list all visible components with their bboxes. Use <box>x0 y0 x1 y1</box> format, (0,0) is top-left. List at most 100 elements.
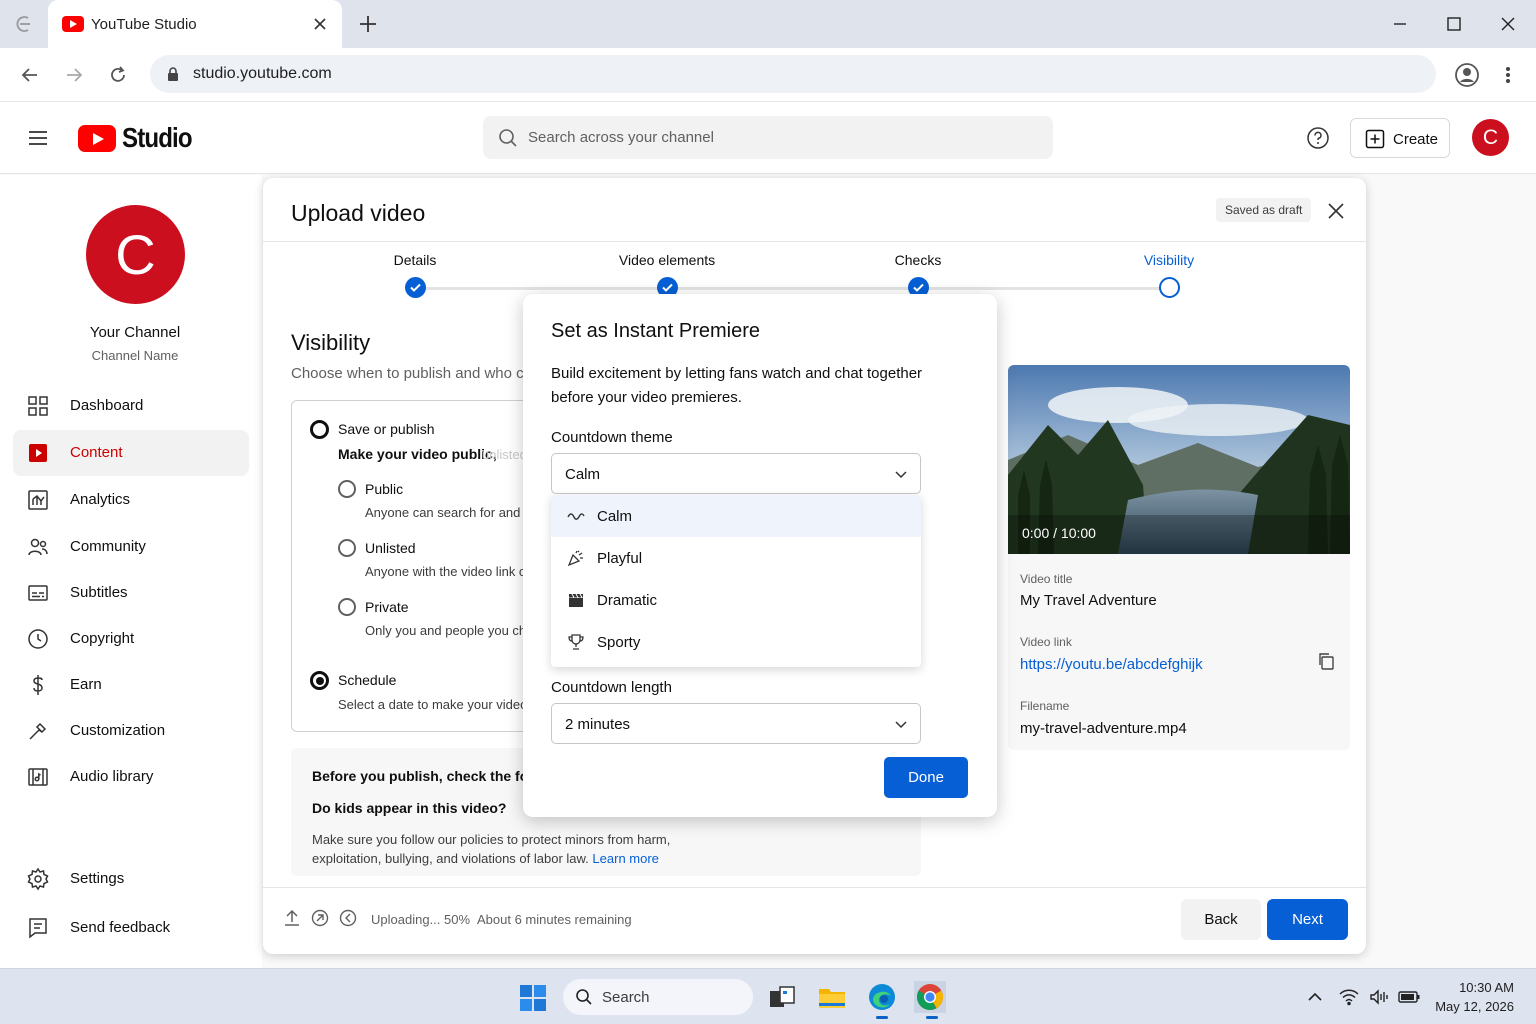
public-label: Public <box>365 481 404 497</box>
step-video-elements[interactable]: Video elements <box>567 242 767 298</box>
next-button[interactable]: Next <box>1267 899 1348 940</box>
sidebar-item-settings[interactable]: Settings <box>13 856 249 902</box>
sidebar-item-label: Analytics <box>70 491 131 508</box>
minimize-icon[interactable] <box>1388 12 1412 36</box>
sidebar-item-content[interactable]: Content <box>13 430 249 476</box>
wifi-icon[interactable] <box>1338 988 1360 1006</box>
speaker-icon[interactable] <box>1368 988 1390 1006</box>
search-icon <box>575 988 593 1006</box>
sidebar-item-audio-library[interactable]: Audio library <box>13 754 249 800</box>
edge-browser-icon[interactable] <box>866 981 898 1013</box>
clock-date[interactable]: May 12, 2026 <box>1426 999 1514 1014</box>
step-label: Checks <box>894 252 942 268</box>
learn-more-link[interactable]: Learn more <box>592 851 658 866</box>
content-icon <box>26 441 50 465</box>
back-button[interactable]: Back <box>1181 899 1261 940</box>
hamburger-menu-icon[interactable] <box>26 126 50 150</box>
tab-title: YouTube Studio <box>91 16 197 33</box>
close-window-icon[interactable] <box>1496 12 1520 36</box>
copy-icon[interactable] <box>1316 651 1336 671</box>
countdown-length-select[interactable]: 2 minutes <box>551 703 921 744</box>
step-checks[interactable]: Checks <box>818 242 1018 298</box>
option-label: Playful <box>597 550 643 567</box>
windows-taskbar: Search 10:30 AM May 12, 2026 <box>0 968 1536 1024</box>
schedule-desc: Select a date to make your video <box>338 697 528 712</box>
schedule-label: Schedule <box>338 672 397 688</box>
private-desc: Only you and people you ch <box>365 623 527 638</box>
trophy-icon <box>567 633 585 651</box>
public-radio[interactable] <box>338 480 356 498</box>
new-tab-icon[interactable] <box>356 12 380 36</box>
schedule-radio[interactable] <box>310 671 329 690</box>
video-link[interactable]: https://youtu.be/abcdefghijk <box>1020 656 1203 673</box>
public-desc: Anyone can search for and <box>365 505 521 520</box>
file-explorer-icon[interactable] <box>816 981 848 1013</box>
browser-address-bar: studio.youtube.com <box>0 48 1536 102</box>
dashboard-icon <box>26 394 50 418</box>
sidebar-item-copyright[interactable]: Copyright <box>13 616 249 662</box>
filename-label: Filename <box>1020 699 1070 713</box>
step-details[interactable]: Details <box>315 242 515 298</box>
tab-search-icon[interactable] <box>14 14 38 34</box>
sidebar-item-earn[interactable]: Earn <box>13 662 249 708</box>
chevron-up-icon[interactable] <box>1304 988 1326 1006</box>
close-tab-icon[interactable] <box>310 14 330 34</box>
taskbar-search[interactable]: Search <box>563 979 753 1015</box>
sidebar-item-community[interactable]: Community <box>13 524 249 570</box>
account-avatar[interactable]: C <box>1472 119 1509 156</box>
help-icon[interactable] <box>1306 126 1330 150</box>
earn-icon <box>26 673 50 697</box>
countdown-theme-select[interactable]: Calm <box>551 453 921 494</box>
theme-option-dramatic[interactable]: Dramatic <box>551 579 921 621</box>
sidebar-item-customization[interactable]: Customization <box>13 708 249 754</box>
unlisted-desc: Anyone with the video link c <box>365 564 526 579</box>
step-visibility[interactable]: Visibility <box>1069 242 1269 298</box>
theme-option-playful[interactable]: Playful <box>551 537 921 579</box>
video-title-label: Video title <box>1020 572 1073 586</box>
kids-body: Make sure you follow our policies to pro… <box>312 832 671 866</box>
maximize-icon[interactable] <box>1442 12 1466 36</box>
battery-icon[interactable] <box>1398 988 1420 1006</box>
customization-icon <box>26 719 50 743</box>
unlisted-radio[interactable] <box>338 539 356 557</box>
sidebar-item-label: Audio library <box>70 768 154 785</box>
url-bar[interactable]: studio.youtube.com <box>150 55 1436 93</box>
task-view-icon[interactable] <box>766 981 798 1013</box>
private-radio[interactable] <box>338 598 356 616</box>
channel-search-input[interactable]: Search across your channel <box>483 116 1053 159</box>
upload-stepper: Details Video elements Checks Visibility <box>263 242 1366 302</box>
browser-menu-icon[interactable] <box>1498 63 1518 87</box>
theme-option-sporty[interactable]: Sporty <box>551 621 921 663</box>
reload-icon[interactable] <box>106 63 130 87</box>
channel-handle: Channel Name <box>91 348 179 363</box>
sidebar-item-send-feedback[interactable]: Send feedback <box>13 905 249 951</box>
channel-avatar[interactable]: C <box>86 205 185 304</box>
sidebar-item-label: Customization <box>70 722 166 739</box>
sidebar: C Your Channel Channel Name Dashboard Co… <box>0 175 262 968</box>
browser-profile-icon[interactable] <box>1454 62 1480 88</box>
windows-start-icon[interactable] <box>520 985 546 1011</box>
sidebar-item-label: Subtitles <box>70 584 128 601</box>
theme-selected-value: Calm <box>565 466 601 483</box>
done-button[interactable]: Done <box>884 757 968 798</box>
browser-tab-bar: YouTube Studio <box>0 0 1536 48</box>
forward-arrow-icon[interactable] <box>62 63 86 87</box>
sidebar-item-subtitles[interactable]: Subtitles <box>13 570 249 616</box>
back-arrow-icon[interactable] <box>18 63 42 87</box>
sidebar-item-analytics[interactable]: Analytics <box>13 477 249 523</box>
chrome-active-indicator <box>926 1016 938 1019</box>
taskbar-search-label: Search <box>602 989 650 1006</box>
studio-logo[interactable]: Studio <box>78 122 203 154</box>
sidebar-item-dashboard[interactable]: Dashboard <box>13 383 249 429</box>
clock-time[interactable]: 10:30 AM <box>1436 980 1514 995</box>
logo-text: Studio <box>122 122 193 153</box>
video-thumbnail[interactable]: 0:00 / 10:00 <box>1008 365 1350 554</box>
theme-option-calm[interactable]: Calm <box>551 495 921 537</box>
browser-tab[interactable]: YouTube Studio <box>48 0 342 48</box>
subtitles-icon <box>26 581 50 605</box>
chrome-browser-icon[interactable] <box>914 981 946 1013</box>
create-button[interactable]: Create <box>1350 118 1450 158</box>
hd-processing-icon <box>310 908 330 928</box>
save-publish-radio[interactable] <box>310 420 329 439</box>
close-icon[interactable] <box>1325 200 1347 222</box>
